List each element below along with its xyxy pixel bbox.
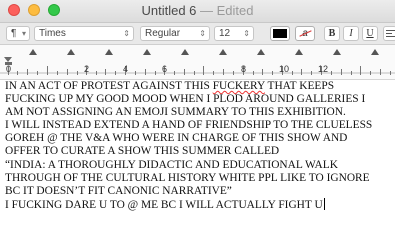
- text-line: OFFER TO CURATE A SHOW THIS SUMMER CALLE…: [5, 145, 280, 158]
- italic-button[interactable]: I: [343, 26, 359, 41]
- ruler-label: 8: [241, 64, 247, 74]
- align-line: [386, 33, 392, 34]
- align-line: [386, 30, 395, 31]
- document-text-area[interactable]: IN AN ACT OF PROTEST AGAINST THIS FUCKER…: [5, 80, 393, 212]
- text-line: FUCKING UP MY GOOD MOOD WHEN I PLOD AROU…: [5, 93, 366, 106]
- ruler-label: 10: [279, 64, 290, 74]
- font-style-popup[interactable]: Regular ⇕: [140, 26, 210, 41]
- paragraph-style-popup[interactable]: ¶ ▾: [6, 26, 30, 41]
- edited-status: Edited: [216, 3, 254, 18]
- bold-button[interactable]: B: [324, 26, 340, 41]
- title-separator: —: [200, 3, 214, 18]
- text-line: I FUCKING DARE U TO @ ME BC I WILL ACTUA…: [5, 197, 393, 212]
- text-line: GOREH @ THE V&A WHO WERE IN CHARGE OF TH…: [5, 132, 348, 145]
- font-family-value: Times: [39, 28, 66, 39]
- text-cursor: [323, 197, 325, 210]
- chevron-icon: ▾: [21, 29, 26, 38]
- window-title: Untitled 6 — Edited: [0, 3, 395, 18]
- highlight-color-well[interactable]: a: [295, 26, 315, 41]
- text-line: “INDIA: A THOROUGHLY DIDACTIC AND EDUCAT…: [5, 158, 338, 171]
- font-size-value: 12: [219, 28, 231, 39]
- align-left-button[interactable]: [383, 26, 395, 41]
- text-fragment: I FUCKING DARE U TO @ ME BC I WILL ACTUA…: [5, 198, 323, 211]
- ruler-label: 6: [162, 64, 168, 74]
- text-line: AM NOT ASSIGNING AN EMOJI SUMMARY TO THI…: [5, 106, 346, 119]
- chevron-icon: ⇕: [199, 29, 206, 38]
- font-size-combo[interactable]: 12 ⇕: [214, 26, 254, 41]
- ruler-label: 0: [6, 64, 12, 74]
- ruler-label: 4: [123, 64, 129, 74]
- color-swatch: [273, 29, 287, 38]
- underline-button[interactable]: U: [362, 26, 378, 41]
- misspelled-word[interactable]: FUCKERY: [213, 80, 265, 92]
- format-toolbar: ¶ ▾ Times ⇕ Regular ⇕ 12 ⇕ a B I U: [0, 23, 395, 45]
- text-line: IN AN ACT OF PROTEST AGAINST THIS FUCKER…: [5, 80, 393, 93]
- chevron-icon: ⇕: [243, 29, 250, 38]
- ruler-ticks: [0, 49, 395, 75]
- text-color-well[interactable]: [270, 26, 290, 41]
- document-name: Untitled 6: [141, 3, 197, 18]
- ruler-label: 12: [318, 64, 329, 74]
- text-line: I WILL INSTEAD EXTEND A HAND OF FRIENDSH…: [5, 119, 373, 132]
- text-line: BC IT DOESN’T FIT CANONIC NARRATIVE”: [5, 184, 232, 197]
- font-style-value: Regular: [145, 28, 181, 39]
- pilcrow-icon: ¶: [11, 28, 17, 39]
- font-family-popup[interactable]: Times ⇕: [34, 26, 134, 41]
- align-line: [386, 36, 395, 37]
- chevron-icon: ⇕: [123, 29, 130, 38]
- title-bar: Untitled 6 — Edited: [0, 0, 395, 23]
- ruler-label: 2: [84, 64, 90, 74]
- text-line: THROUGH OF THE CULTURAL HISTORY WHITE PP…: [5, 171, 370, 184]
- ruler[interactable]: 0 2 4 6 8 10 12: [0, 45, 395, 80]
- text-fragment: IN AN ACT OF PROTEST AGAINST THIS FUCKER…: [5, 80, 335, 92]
